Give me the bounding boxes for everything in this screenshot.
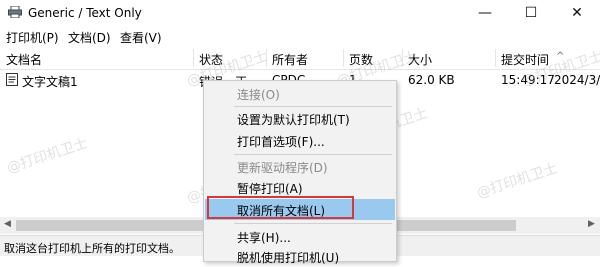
menu-printer[interactable]: 打印机(P) bbox=[6, 29, 59, 46]
watermark: @打印机卫士 bbox=[4, 135, 90, 177]
menu-item-connect[interactable]: 连接(O) bbox=[205, 83, 395, 104]
minimize-button[interactable]: — bbox=[462, 0, 508, 26]
menu-item-cancel-all[interactable]: 取消所有文档(L) bbox=[205, 196, 395, 220]
column-header-doc-name[interactable]: 文档名 bbox=[6, 51, 42, 68]
menu-item-label: 连接(O) bbox=[237, 88, 280, 102]
menu-item-update-driver[interactable]: 更新驱动程序(D) bbox=[205, 156, 395, 177]
menu-separator bbox=[234, 154, 392, 155]
printer-icon bbox=[8, 6, 22, 18]
menu-item-label: 更新驱动程序(D) bbox=[237, 161, 328, 175]
maximize-button[interactable]: ☐ bbox=[508, 0, 554, 26]
table-header: 文档名 状态 所有者 页数 大小 提交时间 ^ bbox=[0, 47, 600, 70]
minimize-icon: — bbox=[478, 5, 492, 21]
menu-view[interactable]: 查看(V) bbox=[120, 29, 162, 46]
menu-item-use-offline[interactable]: 脱机使用打印机(U) bbox=[205, 246, 395, 267]
menu-item-label: 共享(H)... bbox=[237, 231, 291, 245]
status-text: 取消这台打印机上所有的打印文档。 bbox=[4, 242, 180, 255]
highlight-annotation-box bbox=[207, 196, 354, 219]
scroll-right-icon[interactable]: ▶ bbox=[588, 219, 595, 229]
window-title: Generic / Text Only bbox=[28, 6, 142, 20]
menu-separator bbox=[234, 223, 392, 224]
menu-bar: 打印机(P) 文档(D) 查看(V) bbox=[0, 26, 600, 46]
menu-item-set-default[interactable]: 设置为默认打印机(T) bbox=[205, 108, 395, 129]
close-icon: ✕ bbox=[571, 5, 583, 21]
cell-doc-name: 文字文稿1 bbox=[22, 75, 78, 89]
menu-item-label: 设置为默认打印机(T) bbox=[237, 113, 350, 127]
document-icon bbox=[6, 73, 18, 86]
column-divider[interactable] bbox=[495, 49, 496, 67]
menu-item-preferences[interactable]: 打印首选项(F)... bbox=[205, 130, 395, 151]
scroll-left-icon[interactable]: ◀ bbox=[4, 219, 11, 229]
column-divider[interactable] bbox=[343, 49, 344, 67]
menu-item-label: 打印首选项(F)... bbox=[237, 135, 325, 149]
menu-item-label: 暂停打印(A) bbox=[237, 182, 303, 196]
title-bar: Generic / Text Only — ☐ ✕ bbox=[0, 0, 600, 26]
context-menu: 连接(O) 设置为默认打印机(T) 打印首选项(F)... 更新驱动程序(D) … bbox=[203, 80, 397, 265]
maximize-icon: ☐ bbox=[524, 5, 538, 21]
menu-item-pause[interactable]: 暂停打印(A) bbox=[205, 177, 395, 198]
menu-item-label: 脱机使用打印机(U) bbox=[237, 251, 340, 265]
menu-document[interactable]: 文档(D) bbox=[68, 29, 111, 46]
menu-separator bbox=[234, 106, 392, 107]
column-header-owner[interactable]: 所有者 bbox=[272, 51, 308, 68]
close-button[interactable]: ✕ bbox=[554, 0, 600, 26]
watermark: @打印机卫士 bbox=[474, 160, 560, 202]
menu-item-share[interactable]: 共享(H)... bbox=[205, 226, 395, 247]
column-divider[interactable] bbox=[193, 49, 194, 67]
cell-size: 62.0 KB bbox=[408, 73, 455, 87]
